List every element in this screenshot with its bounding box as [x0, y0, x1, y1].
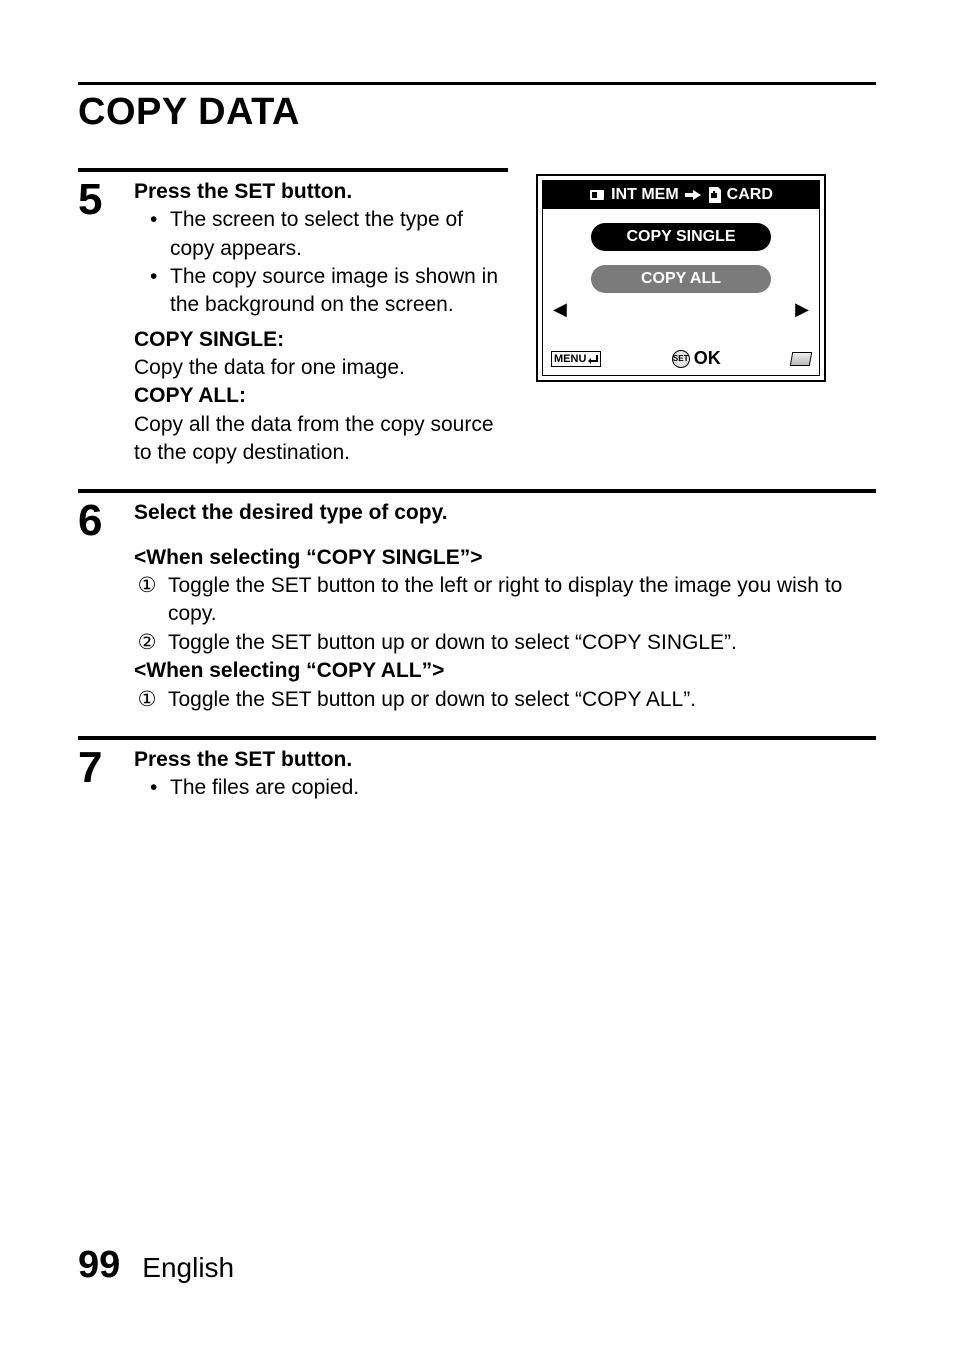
- bullet-icon: •: [150, 774, 160, 802]
- lcd-option-copy-all: COPY ALL: [591, 265, 771, 293]
- step-5-number: 5: [78, 178, 110, 222]
- step-5-body: Press the SET button. • The screen to se…: [134, 178, 508, 467]
- step-5-bullet-1: • The screen to select the type of copy …: [134, 206, 508, 263]
- lcd-inner: INT MEM CARD COPY SINGLE COPY ALL ◀ ▶: [542, 180, 820, 376]
- step-7: 7 Press the SET button. • The files are …: [78, 746, 876, 803]
- lcd-footer: MENU SET OK: [543, 348, 819, 369]
- rule-step-5: [78, 168, 508, 172]
- step-5-left: 5 Press the SET button. • The screen to …: [78, 168, 508, 467]
- corner-indicator-icon: [790, 352, 812, 366]
- step-5-definitions: COPY SINGLE: Copy the data for one image…: [134, 326, 508, 468]
- step-6: 6 Select the desired type of copy. <When…: [78, 499, 876, 713]
- step-6-sub-2-item-1: ① Toggle the SET button up or down to se…: [134, 686, 876, 714]
- ok-label: OK: [694, 348, 721, 369]
- copy-all-label: COPY ALL:: [134, 382, 508, 410]
- page-language: English: [142, 1252, 234, 1284]
- top-rule: [78, 82, 876, 85]
- copy-single-label: COPY SINGLE:: [134, 326, 508, 354]
- step-6-sub-2-item-1-text: Toggle the SET button up or down to sele…: [168, 686, 696, 714]
- back-arrow-icon: [588, 354, 598, 364]
- step-6-sub-1-item-2-text: Toggle the SET button up or down to sele…: [168, 629, 737, 657]
- step-5-wrap: 5 Press the SET button. • The screen to …: [78, 168, 876, 467]
- step-6-sub-1-item-1-text: Toggle the SET button to the left or rig…: [168, 572, 876, 629]
- step-7-bullet-1-text: The files are copied.: [170, 774, 359, 802]
- page-footer: 99 English: [78, 1244, 234, 1287]
- sd-card-icon: [707, 187, 721, 203]
- step-6-sub-1: <When selecting “COPY SINGLE”>: [134, 544, 876, 572]
- lcd-header-right: CARD: [727, 186, 773, 204]
- lcd-option-copy-single: COPY SINGLE: [591, 223, 771, 251]
- rule-step-7: [78, 736, 876, 740]
- step-6-heading: Select the desired type of copy.: [134, 499, 876, 527]
- bullet-icon: •: [150, 206, 160, 263]
- menu-label: MENU: [554, 353, 586, 365]
- step-6-body: Select the desired type of copy. <When s…: [134, 499, 876, 713]
- step-6-sub-1-item-2: ② Toggle the SET button up or down to se…: [134, 629, 876, 657]
- step-7-body: Press the SET button. • The files are co…: [134, 746, 876, 803]
- step-6-sub-1-item-1: ① Toggle the SET button to the left or r…: [134, 572, 876, 629]
- triangle-left-icon: ◀: [553, 299, 567, 320]
- rule-step-6: [78, 489, 876, 493]
- step-5-bullet-2: • The copy source image is shown in the …: [134, 263, 508, 320]
- copy-single-text: Copy the data for one image.: [134, 354, 508, 382]
- step-5-heading: Press the SET button.: [134, 178, 508, 206]
- circled-2-icon: ②: [136, 629, 158, 657]
- lcd-header-left: INT MEM: [611, 186, 679, 204]
- step-5-bullet-1-text: The screen to select the type of copy ap…: [170, 206, 508, 263]
- ok-group: SET OK: [672, 348, 721, 369]
- menu-badge: MENU: [551, 351, 601, 367]
- step-5: 5 Press the SET button. • The screen to …: [78, 178, 508, 467]
- set-icon: SET: [672, 350, 690, 368]
- int-mem-icon: [589, 188, 605, 202]
- lcd-header: INT MEM CARD: [543, 181, 819, 209]
- page-title: COPY DATA: [78, 91, 876, 134]
- step-6-number: 6: [78, 499, 110, 543]
- lcd-arrows: ◀ ▶: [543, 299, 819, 320]
- bullet-icon: •: [150, 263, 160, 320]
- manual-page: COPY DATA 5 Press the SET button. • The …: [0, 0, 954, 863]
- lcd-screen: INT MEM CARD COPY SINGLE COPY ALL ◀ ▶: [536, 174, 826, 382]
- circled-1-icon: ①: [136, 686, 158, 714]
- triangle-right-icon: ▶: [795, 299, 809, 320]
- step-6-sub-2: <When selecting “COPY ALL”>: [134, 657, 876, 685]
- step-7-bullet-1: • The files are copied.: [134, 774, 876, 802]
- spacer: [134, 528, 876, 544]
- page-number: 99: [78, 1244, 120, 1287]
- circled-1-icon: ①: [136, 572, 158, 629]
- step-7-heading: Press the SET button.: [134, 746, 876, 774]
- arrow-right-icon: [685, 189, 701, 201]
- copy-all-text: Copy all the data from the copy source t…: [134, 411, 508, 468]
- step-5-bullet-2-text: The copy source image is shown in the ba…: [170, 263, 508, 320]
- step-7-number: 7: [78, 746, 110, 790]
